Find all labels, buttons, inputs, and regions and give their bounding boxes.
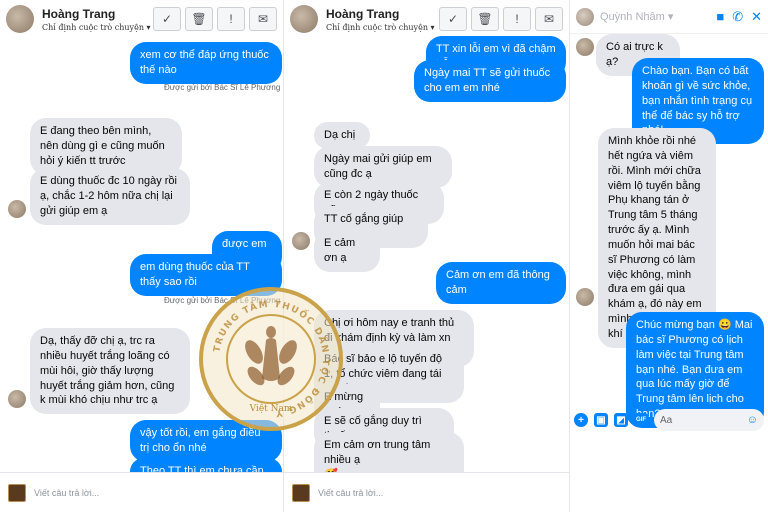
message-out: Cảm ơn em đã thông cảm xyxy=(436,262,566,304)
plus-icon[interactable]: + xyxy=(574,413,588,427)
emoji-icon[interactable]: ☺ xyxy=(747,414,758,426)
contact-avatar-small xyxy=(292,232,310,250)
image-icon[interactable]: ▣ xyxy=(594,413,608,427)
trash-icon[interactable]: 🗑 xyxy=(471,7,499,31)
sent-by-label: Được gửi bởi Bác Sĩ Lê Phương xyxy=(164,83,281,92)
conversation-panel-1: Hoàng Trang Chỉ định cuộc trò chuyện ▾ ✓… xyxy=(0,0,284,512)
check-icon[interactable]: ✓ xyxy=(153,7,181,31)
reply-bar: Viết câu trả lời... xyxy=(284,472,569,512)
contact-name[interactable]: Hoàng Trang xyxy=(326,7,439,21)
contact-avatar-small xyxy=(8,390,26,408)
check-icon[interactable]: ✓ xyxy=(439,7,467,31)
mail-icon[interactable]: ✉ xyxy=(249,7,277,31)
reply-input[interactable]: Viết câu trả lời... xyxy=(318,488,383,498)
message-in: Dạ, thấy đỡ chị ạ, trc ra nhiều huyết tr… xyxy=(30,328,190,415)
phone-icon[interactable]: ✆ xyxy=(732,9,743,25)
contact-name[interactable]: Hoàng Trang xyxy=(42,7,153,21)
message-input[interactable]: Aa ☺ xyxy=(654,409,764,431)
message-composer: + ▣ ◩ GIF Aa ☺ xyxy=(570,404,768,436)
message-out: em dùng thuốc của TT thấy sao rồi xyxy=(130,254,282,296)
sticker-icon[interactable]: ◩ xyxy=(614,413,628,427)
conversation-header: Hoàng Trang Chỉ định cuộc trò chuyện ▾ ✓… xyxy=(284,0,569,38)
alert-icon[interactable]: ! xyxy=(503,7,531,31)
message-out: Ngày mai TT sẽ gửi thuốc cho em em nhé xyxy=(414,60,566,102)
gif-icon[interactable]: GIF xyxy=(634,413,648,427)
conversation-panel-2: Hoàng Trang Chỉ định cuộc trò chuyện ▾ ✓… xyxy=(284,0,570,512)
contact-avatar[interactable] xyxy=(576,7,594,26)
assign-conversation-dropdown[interactable]: Chỉ định cuộc trò chuyện ▾ xyxy=(326,23,439,32)
reply-input[interactable]: Viết câu trả lời... xyxy=(34,488,99,498)
alert-icon[interactable]: ! xyxy=(217,7,245,31)
trash-icon[interactable]: 🗑 xyxy=(185,7,213,31)
chat-header: Quỳnh Nhâm ▾ ■ ✆ ✕ xyxy=(570,0,768,34)
contact-avatar[interactable] xyxy=(6,5,34,33)
conversation-header: Hoàng Trang Chỉ định cuộc trò chuyện ▾ ✓… xyxy=(0,0,283,38)
message-in: E dùng thuốc đc 10 ngày rồi ạ, chắc 1-2 … xyxy=(30,168,190,225)
message-in: E cảm ơn ạ xyxy=(314,230,380,272)
video-call-icon[interactable]: ■ xyxy=(716,9,724,25)
sent-by-label: Được gửi bởi Bác Sĩ Lê Phương xyxy=(164,296,281,305)
contact-avatar-small xyxy=(576,38,594,56)
contact-name[interactable]: Quỳnh Nhâm ▾ xyxy=(600,10,716,23)
page-logo xyxy=(292,483,310,502)
message-in: E đang theo bên mình, nên dùng gì e cũng… xyxy=(30,118,182,175)
contact-avatar-small xyxy=(8,200,26,218)
message-text: Em cảm ơn trung tâm nhiều ạ xyxy=(324,439,431,466)
contact-avatar[interactable] xyxy=(290,5,318,33)
messenger-chat-panel: Quỳnh Nhâm ▾ ■ ✆ ✕ Có ai trực k ạ? Chào … xyxy=(570,0,768,512)
reply-bar: Viết câu trả lời... xyxy=(0,472,283,512)
message-out: xem cơ thể đáp ứng thuốc thế nào xyxy=(130,42,282,84)
message-in: Dạ chị xyxy=(314,122,370,149)
message-out: vậy tốt rồi, em gắng điều trị cho ổn nhé xyxy=(130,420,282,462)
close-icon[interactable]: ✕ xyxy=(751,9,762,25)
mail-icon[interactable]: ✉ xyxy=(535,7,563,31)
page-logo xyxy=(8,483,26,502)
contact-avatar-small xyxy=(576,288,594,306)
assign-conversation-dropdown[interactable]: Chỉ định cuộc trò chuyện ▾ xyxy=(42,23,153,32)
